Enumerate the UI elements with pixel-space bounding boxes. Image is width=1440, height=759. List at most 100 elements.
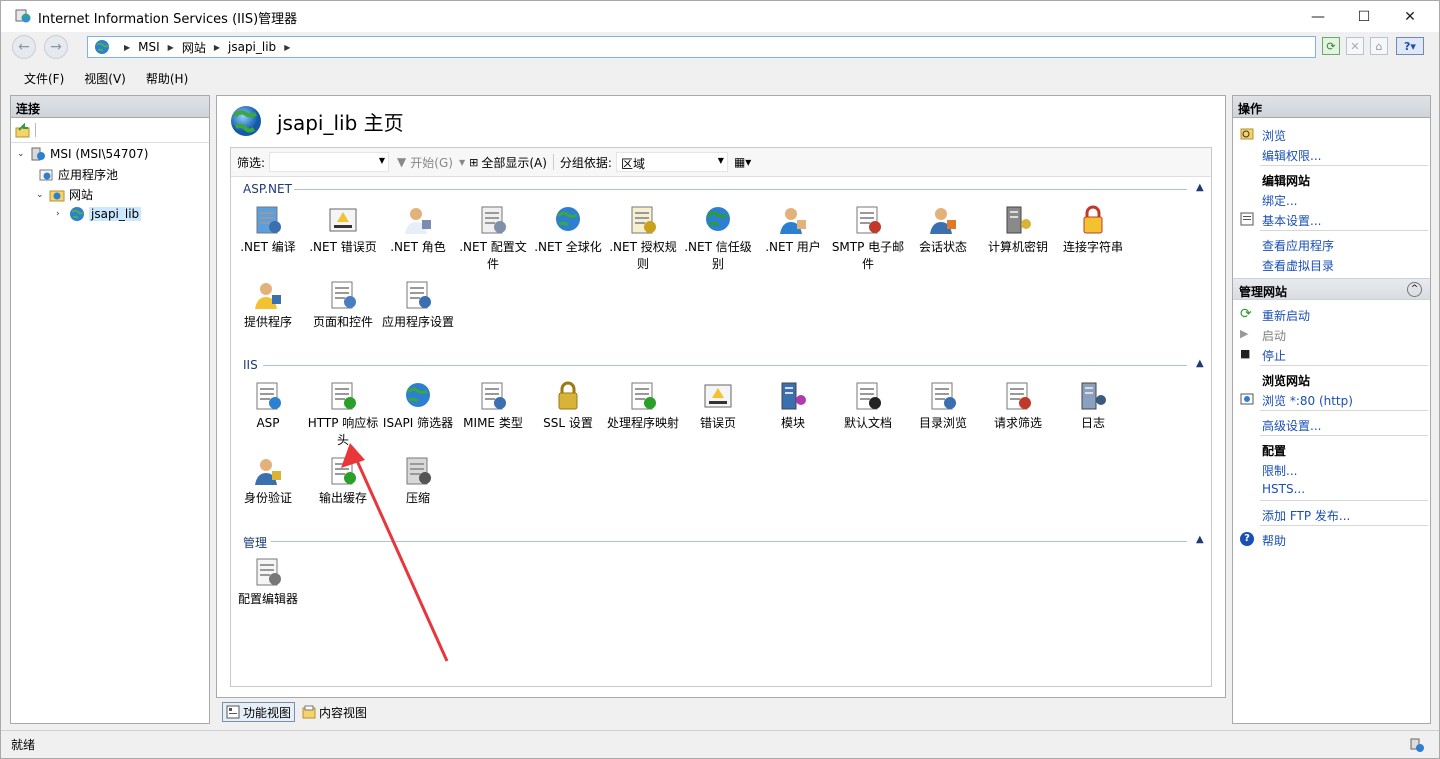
feature-isapi-filters[interactable]: ISAPI 筛选器 xyxy=(381,380,455,432)
action-basic-settings[interactable]: 基本设置... xyxy=(1262,212,1321,229)
feature-authentication[interactable]: 身份验证 xyxy=(231,455,305,507)
action-restart[interactable]: 重新启动 xyxy=(1262,307,1310,324)
collapse-icon[interactable]: ^ xyxy=(1407,282,1422,297)
menu-file[interactable]: 文件(F) xyxy=(24,70,64,87)
app-settings-icon xyxy=(406,281,431,309)
feature-asp[interactable]: ASP xyxy=(231,380,305,432)
chevron-down-icon[interactable]: ▼ xyxy=(459,158,465,167)
filter-input[interactable]: ▼ xyxy=(269,152,390,172)
action-browse-80[interactable]: 浏览 *:80 (http) xyxy=(1262,392,1353,409)
close-button[interactable]: ✕ xyxy=(1387,1,1433,32)
feature-ssl-settings[interactable]: SSL 设置 xyxy=(531,380,605,432)
action-limits[interactable]: 限制... xyxy=(1262,462,1297,479)
feature-label: 页面和控件 xyxy=(312,315,373,329)
collapse-icon[interactable]: ▲ xyxy=(1196,534,1204,545)
start-filter-button[interactable]: 开始(G) xyxy=(410,154,453,171)
action-edit-permissions[interactable]: 编辑权限... xyxy=(1262,147,1321,164)
collapse-icon[interactable]: ▲ xyxy=(1196,182,1204,193)
breadcrumb-item-server[interactable]: MSI xyxy=(138,40,160,54)
connection-strings-icon xyxy=(1083,205,1103,234)
feature-configuration-editor[interactable]: 配置编辑器 xyxy=(231,556,305,608)
feature-error-pages[interactable]: 错误页 xyxy=(681,380,755,432)
feature-smtp-email[interactable]: SMTP 电子邮件 xyxy=(831,204,905,273)
stop-icon: ■ xyxy=(1240,347,1251,360)
chevron-down-icon[interactable]: ▼ xyxy=(718,156,724,165)
forward-button[interactable]: → xyxy=(44,35,68,59)
feature-label: .NET 角色 xyxy=(390,240,446,254)
maximize-button[interactable]: ☐ xyxy=(1341,1,1387,32)
breadcrumb-item-sites[interactable]: 网站 xyxy=(182,39,206,56)
feature-handler-mappings[interactable]: 处理程序映射 xyxy=(606,380,680,432)
explore-icon xyxy=(1240,128,1254,140)
back-button[interactable]: ← xyxy=(12,35,36,59)
feature-compression[interactable]: 压缩 xyxy=(381,455,455,507)
action-add-ftp[interactable]: 添加 FTP 发布... xyxy=(1262,507,1350,524)
feature-net-trust-levels[interactable]: .NET 信任级别 xyxy=(681,204,755,273)
tree-item-app-pools[interactable]: 应用程序池 xyxy=(38,166,118,183)
address-bar[interactable]: ▶ MSI ▶ 网站 ▶ jsapi_lib ▶ xyxy=(87,36,1316,58)
action-help[interactable]: 帮助 xyxy=(1262,532,1286,549)
menu-view[interactable]: 视图(V) xyxy=(84,70,126,87)
tree-item-sites[interactable]: ⌄ 网站 xyxy=(36,186,93,203)
minimize-button[interactable]: — xyxy=(1295,1,1341,32)
action-hsts[interactable]: HSTS... xyxy=(1262,482,1305,496)
show-all-icon: ⊞ xyxy=(469,155,479,169)
tree-item-server[interactable]: ⌄ MSI (MSI\54707) xyxy=(17,146,148,162)
chevron-right-icon[interactable]: › xyxy=(56,209,66,219)
menu-help[interactable]: 帮助(H) xyxy=(146,70,188,87)
tab-content-view[interactable]: 内容视图 xyxy=(299,702,370,722)
net-error-pages-icon xyxy=(329,208,357,232)
feature-label: 提供程序 xyxy=(243,315,292,329)
iis-manager-window: Internet Information Services (IIS)管理器 —… xyxy=(0,0,1440,759)
show-all-button[interactable]: 全部显示(A) xyxy=(481,154,547,171)
group-by-select[interactable]: 区域 ▼ xyxy=(615,152,728,172)
feature-net-profile[interactable]: .NET 配置文件 xyxy=(456,204,530,273)
tree-item-jsapi-lib[interactable]: › jsapi_lib xyxy=(56,206,142,222)
chevron-down-icon[interactable]: ⌄ xyxy=(17,149,27,159)
feature-providers[interactable]: 提供程序 xyxy=(231,279,305,331)
tab-features-view[interactable]: 功能视图 xyxy=(222,702,296,722)
feature-connection-strings[interactable]: 连接字符串 xyxy=(1056,204,1130,256)
feature-net-globalization[interactable]: .NET 全球化 xyxy=(531,204,605,256)
chevron-down-icon[interactable]: ▼ xyxy=(379,156,385,165)
chevron-right-icon: ▶ xyxy=(213,42,220,52)
collapse-icon[interactable]: ▲ xyxy=(1196,358,1204,369)
action-start[interactable]: 启动 xyxy=(1262,327,1286,344)
feature-app-settings[interactable]: 应用程序设置 xyxy=(381,279,455,331)
feature-directory-browsing[interactable]: 目录浏览 xyxy=(906,380,980,432)
home-icon[interactable]: ⌂ xyxy=(1370,37,1388,55)
stop-icon[interactable]: ✕ xyxy=(1346,37,1364,55)
action-explore[interactable]: 浏览 xyxy=(1262,127,1286,144)
feature-net-error-pages[interactable]: .NET 错误页 xyxy=(306,204,380,256)
help-dropdown-icon[interactable]: ?▾ xyxy=(1396,37,1424,55)
action-advanced-settings[interactable]: 高级设置... xyxy=(1262,417,1321,434)
action-view-applications[interactable]: 查看应用程序 xyxy=(1262,237,1334,254)
feature-default-document[interactable]: 默认文档 xyxy=(831,380,905,432)
feature-request-filtering[interactable]: 请求筛选 xyxy=(981,380,1055,432)
chevron-down-icon[interactable]: ⌄ xyxy=(36,190,46,200)
http-response-headers-icon xyxy=(331,382,356,410)
refresh-icon[interactable]: ⟳ xyxy=(1322,37,1340,55)
action-view-virtual-dirs[interactable]: 查看虚拟目录 xyxy=(1262,257,1334,274)
view-mode-icon[interactable]: ▦▾ xyxy=(734,155,751,169)
feature-pages-controls[interactable]: 页面和控件 xyxy=(306,279,380,331)
breadcrumb-item-site[interactable]: jsapi_lib xyxy=(228,40,276,54)
feature-net-users[interactable]: .NET 用户 xyxy=(756,204,830,256)
connect-icon[interactable] xyxy=(15,123,31,139)
app-pools-icon xyxy=(39,169,53,180)
feature-http-response-headers[interactable]: HTTP 响应标头 xyxy=(306,380,380,449)
feature-label: .NET 授权规则 xyxy=(609,240,677,271)
feature-net-authorization[interactable]: .NET 授权规则 xyxy=(606,204,680,273)
feature-modules[interactable]: 模块 xyxy=(756,380,830,432)
chevron-right-icon[interactable]: ▶ xyxy=(284,43,290,52)
feature-session-state[interactable]: 会话状态 xyxy=(906,204,980,256)
status-text: 就绪 xyxy=(11,738,36,752)
feature-logging[interactable]: 日志 xyxy=(1056,380,1130,432)
feature-mime-types[interactable]: MIME 类型 xyxy=(456,380,530,432)
action-stop[interactable]: 停止 xyxy=(1262,347,1286,364)
feature-net-roles[interactable]: .NET 角色 xyxy=(381,204,455,256)
feature-output-caching[interactable]: 输出缓存 xyxy=(306,455,380,507)
feature-machine-key[interactable]: 计算机密钥 xyxy=(981,204,1055,256)
action-bindings[interactable]: 绑定... xyxy=(1262,192,1297,209)
feature-net-compile[interactable]: .NET 编译 xyxy=(231,204,305,256)
